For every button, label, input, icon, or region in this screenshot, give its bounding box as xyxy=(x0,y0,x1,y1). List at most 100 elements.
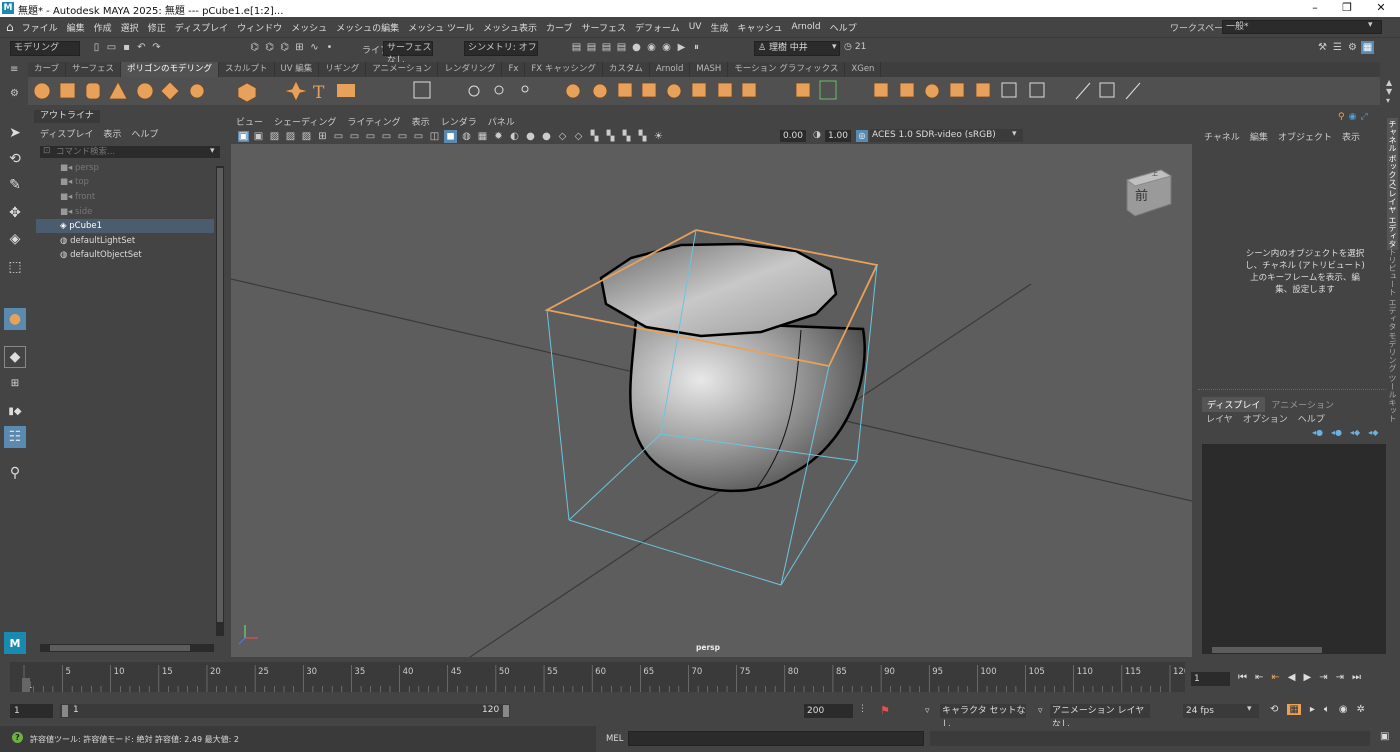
shelf-tab-uv-editing[interactable]: UV 編集 xyxy=(275,62,320,77)
play-forwards-icon[interactable]: ▶ xyxy=(1303,672,1311,683)
float-icon[interactable]: ⤢ xyxy=(1360,112,1367,122)
shelf-tab-sculpting[interactable]: スカルプト xyxy=(219,62,275,77)
step-back-frame-icon[interactable]: ⇤ xyxy=(1255,672,1263,683)
range-start-handle[interactable] xyxy=(62,705,68,717)
new-layer-selected-icon[interactable]: ◂◆ xyxy=(1368,428,1378,437)
loop-icon[interactable]: ⟲ xyxy=(1270,704,1278,715)
tolerance-tool-icon[interactable]: ● xyxy=(4,308,26,330)
open-scene-icon[interactable]: ▭ xyxy=(105,41,118,54)
shelf-tab-fx[interactable]: Fx xyxy=(502,62,526,77)
shelf-tab-animation[interactable]: アニメーション xyxy=(366,62,439,77)
gate-mask-icon[interactable]: ▭ xyxy=(364,130,377,143)
go-to-start-icon[interactable]: ⏮ xyxy=(1238,672,1247,683)
character-set-field[interactable]: キャラクタ セットなし xyxy=(940,704,1026,730)
script-editor-icon[interactable]: ▣ xyxy=(1380,731,1389,742)
range-bar[interactable]: 1 120 xyxy=(60,704,510,718)
antialias-icon[interactable]: ◇ xyxy=(556,130,569,143)
menu-create[interactable]: 作成 xyxy=(94,21,112,34)
menu-edit-mesh[interactable]: メッシュの編集 xyxy=(336,21,399,34)
playback-prefs-icon[interactable]: ✲ xyxy=(1357,704,1365,715)
viewport-menu-shading[interactable]: シェーディング xyxy=(274,115,336,128)
move-layer-down-icon[interactable]: ◂● xyxy=(1331,428,1342,437)
gamma-field[interactable]: 1.00 xyxy=(825,130,851,142)
anim-layer-arrow-icon[interactable]: ▿ xyxy=(1038,706,1043,716)
viewcube-top-label[interactable]: 上 xyxy=(1152,169,1158,178)
outliner-item-defaultobjectset[interactable]: ◍ defaultObjectSet xyxy=(60,248,240,262)
command-input[interactable] xyxy=(628,731,924,746)
h-scrollbar-thumb[interactable] xyxy=(50,645,190,651)
image-plane-icon[interactable]: ▨ xyxy=(268,130,281,143)
layer-menu-layers[interactable]: レイヤ xyxy=(1206,412,1233,425)
view-transform-dropdown[interactable]: ACES 1.0 SDR-video (sRGB) xyxy=(870,129,1023,142)
outliner-layout-icon[interactable]: ☷ xyxy=(4,426,26,448)
motion-blur-icon[interactable]: ● xyxy=(540,130,553,143)
workspace-dropdown-arrow-icon[interactable]: ▾ xyxy=(1368,20,1373,30)
user-dropdown-arrow-icon[interactable]: ▾ xyxy=(832,42,837,52)
play-backwards-icon[interactable]: ◀ xyxy=(1288,672,1296,683)
channel-menu-edit[interactable]: 編集 xyxy=(1250,130,1268,143)
lasso-tool-icon[interactable]: ⟲ xyxy=(4,148,26,170)
character-set-arrow-icon[interactable]: ▿ xyxy=(925,706,930,716)
safe-action-icon[interactable]: ▭ xyxy=(396,130,409,143)
film-gate-icon[interactable]: ▭ xyxy=(332,130,345,143)
layer-tab-animation[interactable]: アニメーション xyxy=(1265,397,1340,412)
gamma-icon[interactable]: ◑ xyxy=(813,130,821,140)
snap-grid-icon[interactable]: ⊞ xyxy=(293,41,306,54)
menu-surfaces[interactable]: サーフェス xyxy=(581,21,625,34)
ipr-render-icon[interactable]: ▤ xyxy=(600,41,613,54)
menu-edit[interactable]: 編集 xyxy=(67,21,85,34)
outliner-item-pcube1[interactable]: ◈ pCube1 xyxy=(60,219,240,233)
anim-end-field[interactable]: 200 xyxy=(804,704,853,718)
snap-point-icon[interactable]: • xyxy=(323,41,336,54)
redo-icon[interactable]: ↷ xyxy=(150,41,163,54)
view-transform-arrow-icon[interactable]: ▾ xyxy=(1012,129,1017,139)
shelf-tab-rendering[interactable]: レンダリング xyxy=(438,62,503,77)
current-time-marker[interactable] xyxy=(22,678,30,692)
menu-mesh-display[interactable]: メッシュ表示 xyxy=(483,21,537,34)
xray-components-icon[interactable]: ▚ xyxy=(636,130,649,143)
outliner-item-side[interactable]: ■◂ side xyxy=(60,205,240,219)
move-tool-icon[interactable]: ✥ xyxy=(4,202,26,224)
persp-outliner-layout-icon[interactable]: ▮◆ xyxy=(4,400,26,422)
shelf-tab-fx-caching[interactable]: FX キャッシング xyxy=(525,62,603,77)
step-back-key-icon[interactable]: ⇤ xyxy=(1271,672,1279,683)
workspace-dropdown[interactable]: 一般* xyxy=(1222,20,1382,34)
menu-help[interactable]: ヘルプ xyxy=(830,21,857,34)
menu-generate[interactable]: 生成 xyxy=(710,21,728,34)
outliner-item-persp[interactable]: ■◂ persp xyxy=(60,161,240,175)
grid-icon[interactable]: ⊞ xyxy=(316,130,329,143)
menu-select[interactable]: 選択 xyxy=(121,21,139,34)
layer-horizontal-scrollbar[interactable] xyxy=(1202,646,1386,654)
go-to-end-icon[interactable]: ⏭ xyxy=(1352,672,1361,683)
single-perspective-layout-icon[interactable]: ◆ xyxy=(4,346,26,368)
layer-list[interactable] xyxy=(1202,444,1386,649)
home-icon[interactable]: ⌂ xyxy=(6,20,14,34)
question-icon[interactable]: ? xyxy=(12,732,23,743)
notifications-button[interactable]: ◷ 21 xyxy=(844,42,866,52)
viewport-menu-panels[interactable]: パネル xyxy=(488,115,515,128)
menu-deform[interactable]: デフォーム xyxy=(635,21,680,34)
maximize-button[interactable]: ❐ xyxy=(1332,1,1362,14)
modeling-toolkit-icon[interactable]: ⚒ xyxy=(1316,41,1329,54)
new-scene-icon[interactable]: ▯ xyxy=(90,41,103,54)
field-chart-icon[interactable]: ▭ xyxy=(380,130,393,143)
cache-playback-icon[interactable]: ▦ xyxy=(1287,704,1301,715)
default-material-icon[interactable]: ◍ xyxy=(460,130,473,143)
anim-start-field[interactable]: 1 xyxy=(10,704,53,718)
menu-modify[interactable]: 修正 xyxy=(148,21,166,34)
select-object-icon[interactable]: ⌬ xyxy=(263,41,276,54)
timeline-track[interactable]: 1510152025303540455055606570758085909510… xyxy=(10,662,1185,692)
paint-select-tool-icon[interactable]: ✎ xyxy=(4,174,26,196)
sound-icon[interactable]: 🔈︎ xyxy=(1324,704,1330,715)
current-frame-field[interactable]: 1 xyxy=(1191,672,1230,686)
snap-curve-icon[interactable]: ∿ xyxy=(308,41,321,54)
exposure-field[interactable]: 0.00 xyxy=(780,130,806,142)
exposure-icon[interactable]: ☀ xyxy=(652,130,665,143)
side-tab-channel-box[interactable]: チャネル ボックス/レイヤ エディタ xyxy=(1387,118,1398,250)
outliner-item-front[interactable]: ■◂ front xyxy=(60,190,240,204)
pause-render-icon[interactable]: ⏸ xyxy=(690,41,703,54)
outliner-vertical-scrollbar[interactable] xyxy=(216,166,224,636)
wireframe-icon[interactable]: ◫ xyxy=(428,130,441,143)
scrollbar-thumb[interactable] xyxy=(217,168,223,622)
depth-of-field-icon[interactable]: ◇ xyxy=(572,130,585,143)
